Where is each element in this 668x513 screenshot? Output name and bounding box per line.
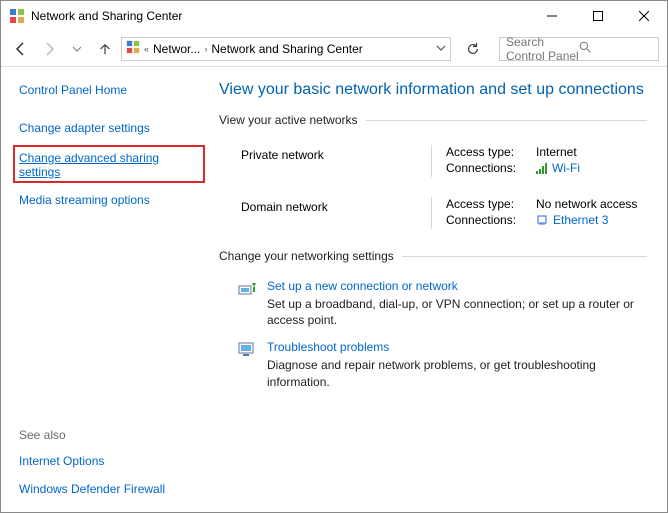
chevron-right-icon[interactable]: « — [144, 44, 149, 54]
window-title: Network and Sharing Center — [31, 9, 529, 23]
main-heading: View your basic network information and … — [219, 81, 647, 99]
sidebar-change-adapter[interactable]: Change adapter settings — [19, 121, 199, 135]
network-row-private: Private network Access type: Internet Co… — [219, 135, 647, 187]
breadcrumb-root-icon — [126, 40, 140, 57]
breadcrumb-seg-network[interactable]: Networ... — [153, 42, 200, 56]
connections-label: Connections: — [446, 213, 536, 227]
access-type-label: Access type: — [446, 145, 536, 159]
network-row-domain: Domain network Access type: No network a… — [219, 187, 647, 239]
breadcrumb-dropdown-icon[interactable] — [436, 43, 446, 55]
sidebar-change-advanced-sharing[interactable]: Change advanced sharing settings — [19, 151, 197, 179]
connection-wifi-link[interactable]: Wi-Fi — [552, 161, 580, 175]
network-center-icon — [9, 8, 25, 24]
network-name-private: Private network — [241, 145, 431, 177]
address-bar: « Networ... › Network and Sharing Center… — [1, 31, 667, 67]
refresh-button[interactable] — [461, 37, 485, 61]
task-setup-connection-link[interactable]: Set up a new connection or network — [267, 279, 647, 293]
search-placeholder: Search Control Panel — [506, 35, 579, 63]
breadcrumb-seg-sharing-center[interactable]: Network and Sharing Center — [211, 42, 362, 56]
sidebar-internet-options[interactable]: Internet Options — [19, 454, 199, 468]
close-button[interactable] — [621, 1, 667, 31]
task-setup-connection-desc: Set up a broadband, dial-up, or VPN conn… — [267, 296, 647, 328]
sidebar-windows-defender-firewall[interactable]: Windows Defender Firewall — [19, 482, 199, 496]
forward-button[interactable] — [37, 37, 61, 61]
up-button[interactable] — [93, 37, 117, 61]
window-titlebar: Network and Sharing Center — [1, 1, 667, 31]
network-name-domain: Domain network — [241, 197, 431, 229]
ethernet-icon — [536, 214, 548, 226]
breadcrumb-box[interactable]: « Networ... › Network and Sharing Center — [121, 37, 451, 61]
task-troubleshoot-desc: Diagnose and repair network problems, or… — [267, 357, 647, 389]
minimize-button[interactable] — [529, 1, 575, 31]
divider — [366, 120, 647, 121]
access-type-value: Internet — [536, 145, 577, 159]
back-button[interactable] — [9, 37, 33, 61]
highlighted-advanced-sharing: Change advanced sharing settings — [13, 145, 205, 183]
divider — [402, 256, 647, 257]
connection-ethernet-link[interactable]: Ethernet 3 — [553, 213, 608, 227]
sidebar-media-streaming[interactable]: Media streaming options — [19, 193, 199, 207]
change-settings-label: Change your networking settings — [219, 249, 394, 263]
chevron-right-icon[interactable]: › — [204, 44, 207, 54]
sidebar: Control Panel Home Change adapter settin… — [1, 67, 215, 512]
access-type-value: No network access — [536, 197, 637, 211]
access-type-label: Access type: — [446, 197, 536, 211]
active-networks-label: View your active networks — [219, 113, 358, 127]
connections-label: Connections: — [446, 161, 536, 175]
task-troubleshoot: Troubleshoot problems Diagnose and repai… — [219, 332, 647, 393]
task-setup-connection: Set up a new connection or network Set u… — [219, 271, 647, 332]
recent-dropdown-button[interactable] — [65, 37, 89, 61]
maximize-button[interactable] — [575, 1, 621, 31]
troubleshoot-icon — [237, 340, 267, 389]
task-troubleshoot-link[interactable]: Troubleshoot problems — [267, 340, 647, 354]
sidebar-control-panel-home[interactable]: Control Panel Home — [19, 83, 199, 97]
search-icon — [579, 41, 652, 57]
wifi-signal-icon — [536, 162, 547, 174]
setup-connection-icon — [237, 279, 267, 328]
main-content: View your basic network information and … — [215, 67, 667, 512]
sidebar-see-also-label: See also — [19, 428, 199, 442]
search-input[interactable]: Search Control Panel — [499, 37, 659, 61]
